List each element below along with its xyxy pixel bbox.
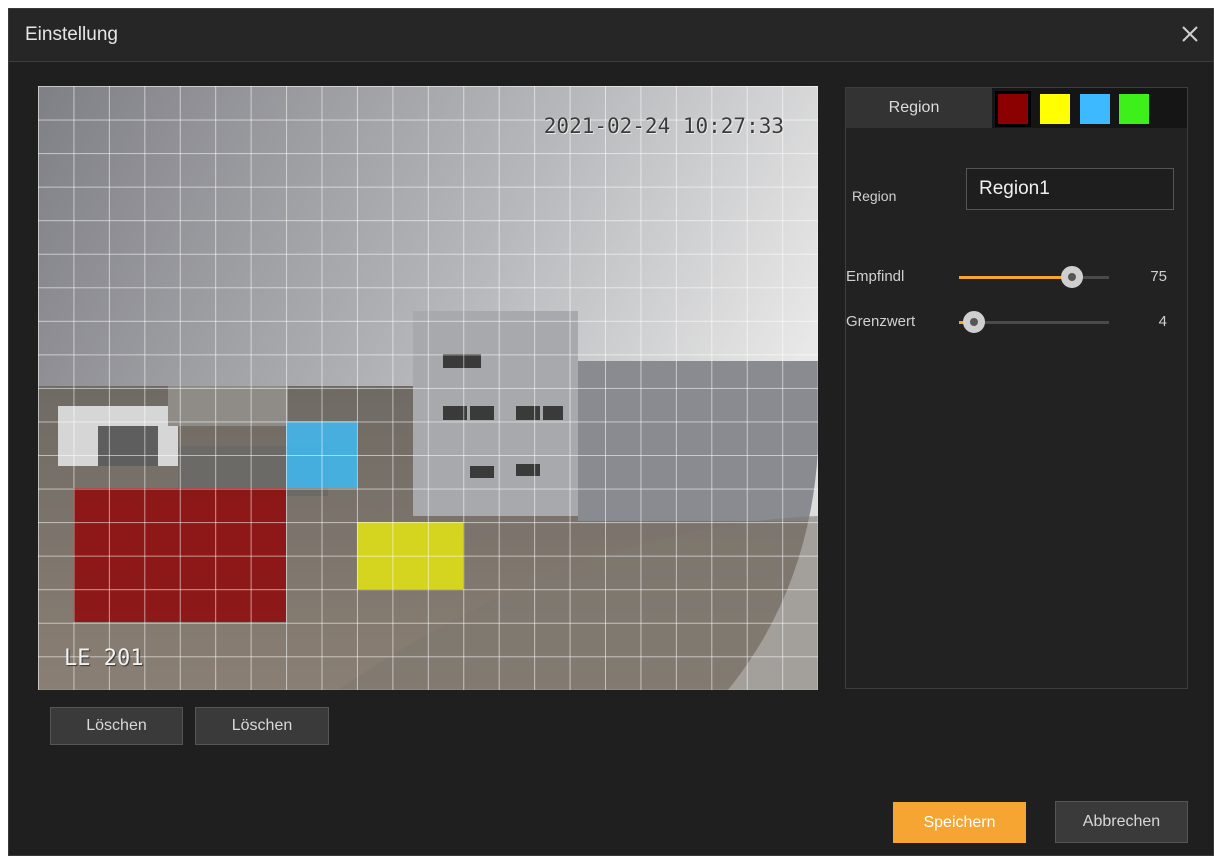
- clear-button-2[interactable]: Löschen: [195, 707, 329, 745]
- dialog-titlebar: Einstellung: [9, 9, 1213, 62]
- sensitivity-fill: [959, 276, 1072, 279]
- threshold-slider[interactable]: [959, 311, 1109, 335]
- swatch-green[interactable]: [1119, 94, 1149, 124]
- sensitivity-slider[interactable]: [959, 266, 1109, 290]
- threshold-value: 4: [1158, 313, 1167, 330]
- region-settings-panel: Region Region Empfindl 75 Grenzwert 4: [845, 87, 1188, 689]
- tab-region[interactable]: Region: [846, 88, 992, 128]
- region-name-label: Region: [852, 188, 897, 204]
- cancel-button[interactable]: Abbrechen: [1055, 801, 1188, 843]
- threshold-thumb[interactable]: [963, 311, 985, 333]
- swatch-yellow[interactable]: [1040, 94, 1070, 124]
- sensitivity-value: 75: [1150, 268, 1167, 285]
- sensitivity-label: Empfindl: [846, 268, 905, 285]
- settings-dialog: Einstellung 2021-02-24 10:27:33 LE 201 L…: [8, 8, 1214, 856]
- osd-channel-name: LE 201: [64, 646, 144, 671]
- close-icon[interactable]: [1177, 21, 1203, 47]
- panel-header: Region: [846, 88, 1187, 128]
- sensitivity-thumb[interactable]: [1060, 266, 1083, 288]
- dialog-title: Einstellung: [25, 24, 118, 45]
- camera-preview[interactable]: 2021-02-24 10:27:33 LE 201: [38, 86, 818, 690]
- clear-button-1[interactable]: Löschen: [50, 707, 183, 745]
- osd-timestamp: 2021-02-24 10:27:33: [543, 114, 784, 138]
- threshold-label: Grenzwert: [846, 313, 916, 330]
- region-name-input[interactable]: [966, 168, 1174, 210]
- swatch-blue[interactable]: [1080, 94, 1110, 124]
- motion-grid[interactable]: [38, 86, 818, 690]
- save-button[interactable]: Speichern: [893, 802, 1026, 843]
- swatch-red[interactable]: [995, 91, 1031, 127]
